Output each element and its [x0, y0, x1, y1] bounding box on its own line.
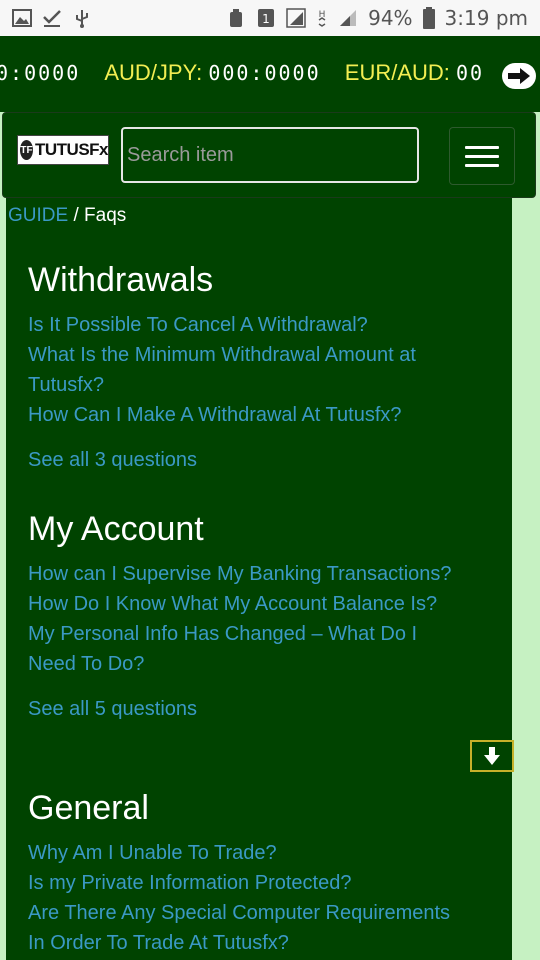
logo-mark-icon: TF [20, 140, 33, 160]
clock: 3:19 pm [444, 6, 528, 30]
ticker-item: AUD/JPY: 000:0000 [104, 60, 320, 86]
breadcrumb: GUIDE / Faqs [8, 205, 126, 227]
question-link[interactable]: How Can I Make A Withdrawal At Tutusfx? [28, 400, 468, 430]
section-title: General [28, 789, 149, 827]
sim-badge: 1 [262, 12, 270, 26]
hamburger-menu-button[interactable] [449, 127, 515, 185]
see-all-link[interactable]: See all 3 questions [28, 445, 468, 475]
scroll-down-button[interactable] [470, 740, 514, 772]
site-header: TF TUTUSFx [2, 112, 536, 198]
site-logo[interactable]: TF TUTUSFx [17, 135, 109, 165]
menu-line [465, 145, 499, 149]
faq-section-my-account: My Account How can I Supervise My Bankin… [28, 509, 468, 724]
question-list: Why Am I Unable To Trade? Is my Private … [28, 838, 468, 958]
question-link[interactable]: What Is the Minimum Withdrawal Amount at… [28, 340, 468, 400]
menu-line [465, 163, 499, 167]
ticker-pair: AUD/JPY: [104, 60, 203, 85]
ticker-value: 0:0000 [0, 61, 81, 85]
ticker-pair: EUR/AUD: [344, 60, 450, 85]
battery-percent: 94% [368, 6, 413, 30]
status-left [12, 8, 92, 28]
gallery-icon [12, 8, 32, 28]
ticker-track: 0:0000 AUD/JPY: 000:0000 EUR/AUD: 00 [0, 60, 502, 86]
usb-icon [72, 8, 92, 28]
network-type-icon: H [316, 8, 328, 28]
see-all-link[interactable]: See all 5 questions [28, 694, 468, 724]
question-link[interactable]: Is It Possible To Cancel A Withdrawal? [28, 310, 468, 340]
breadcrumb-separator: / [68, 205, 85, 226]
status-bar: 1 H 94% 3:19 pm [0, 0, 540, 36]
check-download-icon [42, 8, 62, 28]
search-input[interactable] [121, 127, 419, 183]
faq-section-withdrawals: Withdrawals Is It Possible To Cancel A W… [28, 260, 468, 475]
question-link[interactable]: Is my Private Information Protected? [28, 868, 468, 898]
faq-section-general: General Why Am I Unable To Trade? Is my … [28, 788, 468, 958]
recycle-icon [226, 8, 246, 28]
question-link[interactable]: How can I Supervise My Banking Transacti… [28, 559, 468, 589]
signal-box-icon [286, 8, 306, 28]
menu-line [465, 154, 499, 158]
section-title: My Account [28, 510, 204, 548]
logo-text: TUTUSFx [35, 140, 109, 159]
breadcrumb-guide-link[interactable]: GUIDE [8, 205, 68, 226]
sim-icon: 1 [256, 8, 276, 28]
section-title: Withdrawals [28, 261, 214, 299]
question-link[interactable]: My Personal Info Has Changed – What Do I… [28, 619, 468, 679]
question-list: How can I Supervise My Banking Transacti… [28, 559, 468, 679]
ticker-item: EUR/AUD: 00 [345, 60, 484, 86]
question-link[interactable]: How Do I Know What My Account Balance Is… [28, 589, 468, 619]
cell-signal-icon [338, 8, 358, 28]
ticker-value: 00 [456, 61, 485, 85]
question-link[interactable]: Are There Any Special Computer Requireme… [28, 898, 468, 958]
ticker-item: 0:0000 [0, 60, 80, 86]
ticker-next-button[interactable] [502, 63, 536, 89]
breadcrumb-current: Faqs [84, 205, 127, 226]
arrow-down-icon [484, 747, 500, 765]
currency-ticker: 0:0000 AUD/JPY: 000:0000 EUR/AUD: 00 [0, 36, 540, 112]
battery-icon [422, 7, 435, 29]
arrow-right-icon [508, 68, 530, 84]
question-link[interactable]: Why Am I Unable To Trade? [28, 838, 468, 868]
question-list: Is It Possible To Cancel A Withdrawal? W… [28, 310, 468, 430]
status-right: 1 H 94% 3:19 pm [226, 6, 528, 30]
faq-content: GUIDE / Faqs Withdrawals Is It Possible … [6, 198, 512, 960]
ticker-value: 000:0000 [208, 61, 321, 85]
